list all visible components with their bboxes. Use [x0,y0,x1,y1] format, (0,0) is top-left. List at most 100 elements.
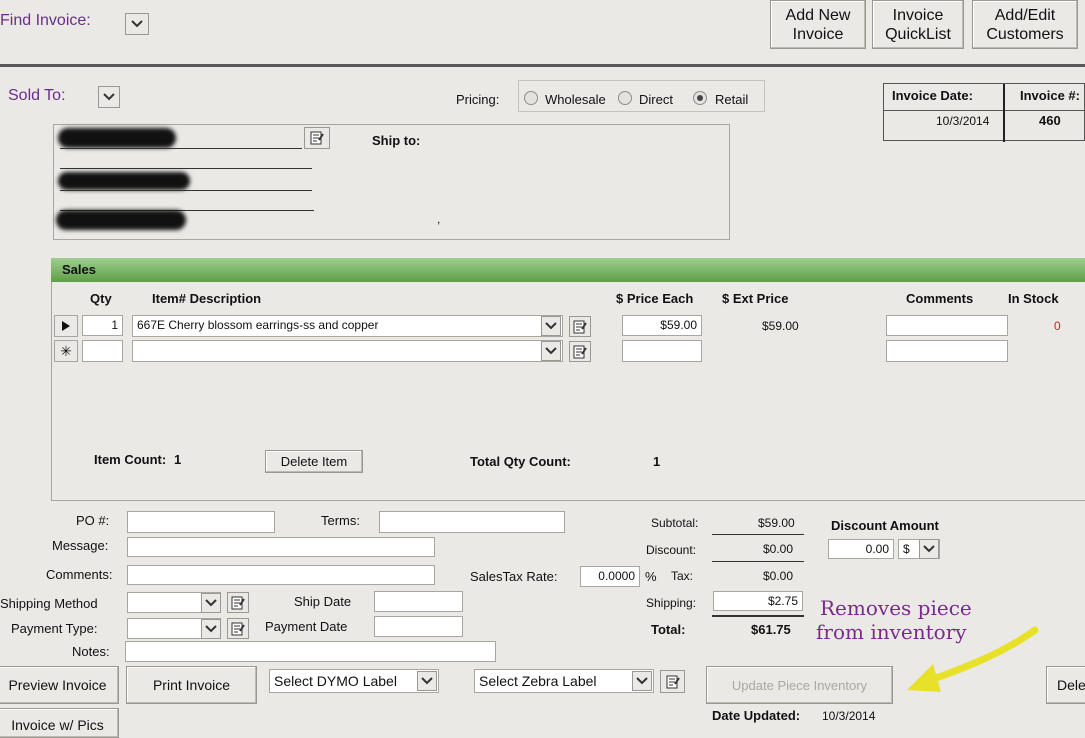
col-ext-price: $ Ext Price [722,291,789,306]
total-rule [712,615,804,617]
invoice-with-pics-button[interactable]: Invoice w/ Pics [0,708,119,738]
chevron-down-icon [545,322,557,330]
delete-invoice-button[interactable]: Dele [1046,666,1085,704]
sales-header-bar: Sales [51,258,1085,282]
discount-amount-input[interactable]: 0.00 [828,539,894,559]
invoice-date-label: Invoice Date: [892,88,973,103]
discount-rule [712,561,804,562]
ship-to-label: Ship to: [372,133,421,148]
dymo-label-dropdown[interactable] [417,671,437,691]
address-line-1 [60,168,312,169]
find-invoice-dropdown[interactable] [125,13,149,35]
terms-label: Terms: [321,513,360,528]
sales-section-title: Sales [62,262,96,277]
shipping-input[interactable]: $2.75 [713,591,803,611]
subtotal-rule [712,534,804,535]
payment-type-edit-button[interactable] [227,618,249,639]
invoice-quicklist-button[interactable]: Invoice QuickList [872,0,964,49]
new-row-comments-input[interactable] [886,340,1008,362]
add-new-invoice-line1: Add New [785,6,851,24]
zebra-label-select[interactable]: Select Zebra Label [474,669,654,693]
shipping-method-edit-button[interactable] [227,592,249,613]
pricing-retail-label: Retail [715,92,749,107]
chevron-down-icon [545,347,557,355]
customer-name-line [60,148,302,149]
chevron-down-icon [131,20,143,28]
shipping-method-dropdown[interactable] [201,593,221,613]
discount-type-dropdown[interactable] [919,539,939,559]
discount-value: $0.00 [763,542,794,556]
invoice-quicklist-line1: Invoice [892,6,944,24]
date-updated-value: 10/3/2014 [822,709,876,723]
row-qty-input[interactable]: 1 [82,315,123,336]
redacted-city [56,210,186,230]
new-record-icon: ✳ [60,342,72,359]
comments-label: Comments: [46,567,113,582]
row-selector-current[interactable] [54,315,78,337]
add-new-invoice-button[interactable]: Add New Invoice [770,0,866,49]
shipping-method-label: Shipping Method [0,596,98,611]
annotation-arrow-icon [907,626,1039,692]
header-divider [0,64,1085,67]
item-count-value: 1 [174,452,182,467]
new-row-item-select[interactable] [132,340,563,362]
payment-date-label: Payment Date [265,619,348,634]
terms-input[interactable] [379,511,565,533]
row-price-each-input[interactable]: $59.00 [622,315,702,336]
dymo-label-select[interactable]: Select DYMO Label [269,669,439,693]
col-qty: Qty [90,291,112,306]
row-item-select[interactable]: 667E Cherry blossom earrings-ss and copp… [132,315,563,337]
ship-to-mark: , [437,212,441,226]
payment-type-label: Payment Type: [11,621,98,636]
edit-note-icon [573,345,587,358]
chevron-down-icon [103,93,115,101]
zebra-label-edit-button[interactable] [660,670,685,693]
notes-input[interactable] [125,641,496,662]
row-item-edit-button[interactable] [569,316,591,337]
message-input[interactable] [127,537,435,557]
pricing-wholesale-radio[interactable] [524,91,538,105]
add-edit-customers-button[interactable]: Add/Edit Customers [972,0,1078,49]
print-invoice-button[interactable]: Print Invoice [126,666,257,704]
delete-item-button[interactable]: Delete Item [265,450,363,473]
sales-tax-rate-input[interactable]: 0.0000 [580,566,640,587]
invoice-info-box: Invoice Date: Invoice #: 10/3/2014 460 [883,83,1085,142]
sold-to-label: Sold To: [8,87,66,104]
chevron-down-icon [421,677,433,685]
new-row-qty-input[interactable] [82,340,123,362]
row-item-dropdown[interactable] [541,316,561,336]
ship-date-input[interactable] [374,591,463,612]
invoice-quicklist-line2: QuickList [885,25,951,43]
payment-date-input[interactable] [374,616,463,637]
update-piece-inventory-button[interactable]: Update Piece Inventory [706,666,893,704]
edit-customer-button[interactable] [304,127,330,149]
pricing-wholesale-label: Wholesale [545,92,606,107]
row-comments-input[interactable] [886,315,1008,336]
col-comments: Comments [906,291,974,306]
new-row-item-dropdown[interactable] [541,341,561,361]
sales-tax-rate-label: SalesTax Rate: [470,569,558,584]
sold-to-dropdown[interactable] [98,86,120,108]
edit-note-icon [231,596,245,609]
col-in-stock: In Stock [1008,291,1059,306]
invoice-number-label: Invoice #: [1020,88,1080,103]
annotation-line-1: Removes piece [820,596,972,620]
new-row-item-edit-button[interactable] [569,341,591,362]
comments-input[interactable] [127,565,435,585]
pricing-direct-radio[interactable] [618,91,632,105]
row-in-stock: 0 [1054,319,1061,333]
edit-note-icon [666,675,680,688]
po-label: PO #: [76,513,110,528]
shipping-label: Shipping: [646,596,697,610]
payment-type-dropdown[interactable] [201,619,221,639]
row-selector-new[interactable]: ✳ [54,340,78,362]
pricing-retail-radio[interactable] [693,91,707,105]
zebra-label-dropdown[interactable] [632,671,652,691]
preview-invoice-button[interactable]: Preview Invoice [0,666,119,704]
add-edit-customers-line2: Customers [986,25,1064,43]
new-row-price-input[interactable] [622,340,702,362]
chevron-down-icon [205,625,217,633]
chevron-down-icon [205,599,217,607]
total-qty-value: 1 [653,454,661,469]
po-input[interactable] [127,511,275,533]
